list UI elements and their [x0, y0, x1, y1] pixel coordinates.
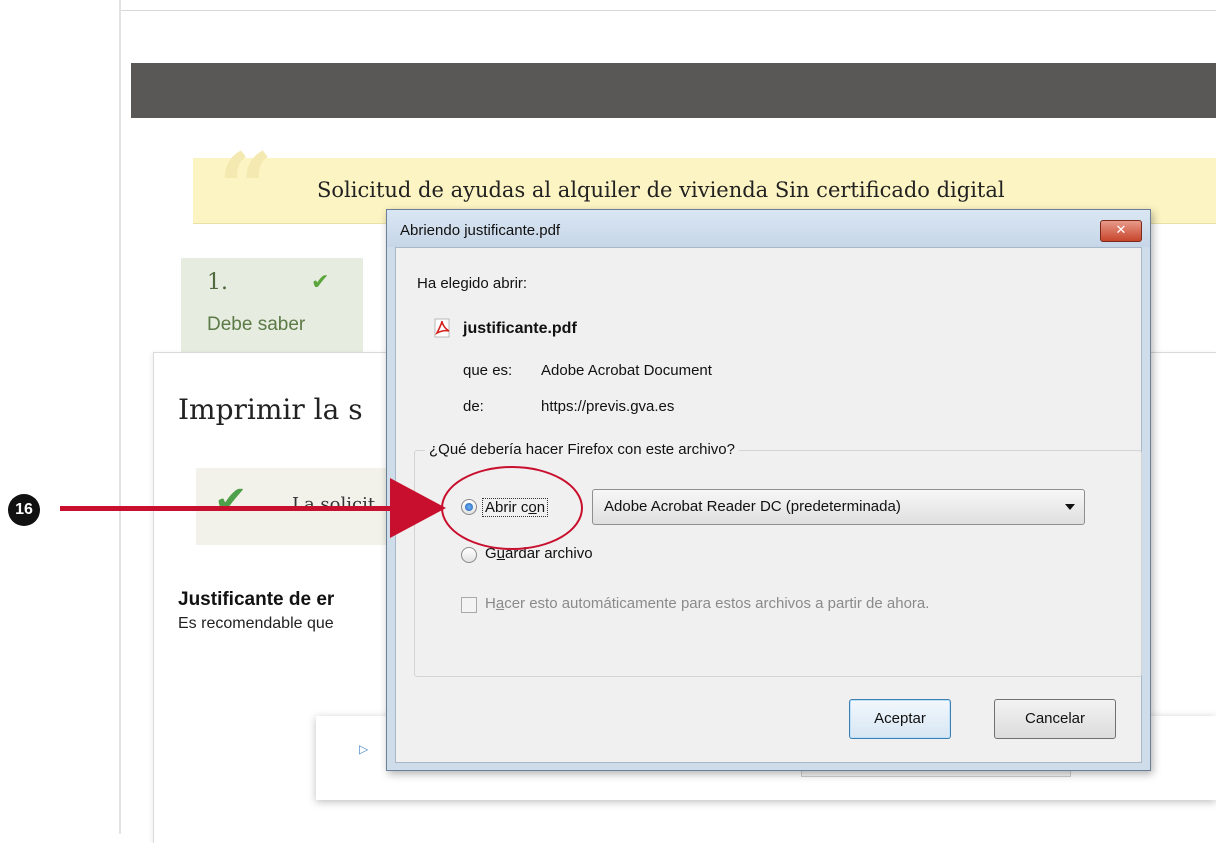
- dialog-titlebar[interactable]: Abriendo justificante.pdf ✕: [387, 210, 1150, 247]
- open-with-app-select[interactable]: Adobe Acrobat Reader DC (predeterminada): [592, 489, 1085, 525]
- section-title: Justificante de er: [178, 589, 335, 610]
- auto-label-suffix: cer esto automáticamente para estos arch…: [504, 595, 930, 612]
- cancel-button-label: Cancelar: [1024, 710, 1086, 727]
- file-name: justificante.pdf: [463, 320, 577, 337]
- annotation-arrow-shaft: [60, 506, 400, 511]
- auto-label-prefix: H: [485, 595, 496, 612]
- annotation-arrow-icon: [390, 478, 446, 538]
- success-message-text: La solicit: [292, 494, 376, 515]
- page-left-border: [119, 0, 121, 834]
- quote-mark-icon: “: [218, 132, 274, 245]
- play-arrow-icon[interactable]: ▷: [359, 742, 368, 756]
- type-value: Adobe Acrobat Document: [541, 362, 712, 379]
- annotation-highlight-ellipse: [441, 466, 583, 550]
- banner-title: Solicitud de ayudas al alquiler de vivie…: [317, 178, 1005, 202]
- accept-button-label: Aceptar: [874, 710, 926, 727]
- close-icon: ✕: [1115, 223, 1127, 238]
- success-checkmark-icon: ✔: [214, 478, 248, 524]
- chevron-down-icon: [1065, 504, 1075, 510]
- header-bar: [131, 63, 1216, 118]
- source-value: https://previs.gva.es: [541, 398, 675, 415]
- page-heading: Imprimir la s: [178, 393, 363, 426]
- step-badge: 16: [8, 494, 40, 526]
- checkmark-icon: ✔: [311, 270, 330, 295]
- dialog-title: Abriendo justificante.pdf: [400, 222, 561, 239]
- auto-action-label: Hacer esto automáticamente para estos ar…: [485, 595, 929, 612]
- save-file-radio[interactable]: [461, 547, 477, 563]
- step-number: 1.: [207, 270, 228, 295]
- action-question: ¿Qué debería hacer Firefox con este arch…: [425, 441, 739, 458]
- type-label: que es:: [463, 362, 513, 379]
- open-with-app-value: Adobe Acrobat Reader DC (predeterminada): [604, 498, 901, 515]
- step-label: Debe saber: [207, 314, 306, 335]
- close-button[interactable]: ✕: [1100, 220, 1142, 242]
- auto-label-access-key: a: [495, 595, 505, 612]
- section-description: Es recomendable que: [178, 615, 334, 632]
- cancel-button[interactable]: Cancelar: [994, 699, 1116, 739]
- chosen-label: Ha elegido abrir:: [417, 275, 528, 292]
- auto-action-checkbox[interactable]: [461, 597, 477, 613]
- pdf-file-icon: [434, 318, 450, 338]
- accept-button[interactable]: Aceptar: [849, 699, 951, 739]
- source-label: de:: [463, 398, 484, 415]
- top-divider: [121, 10, 1216, 11]
